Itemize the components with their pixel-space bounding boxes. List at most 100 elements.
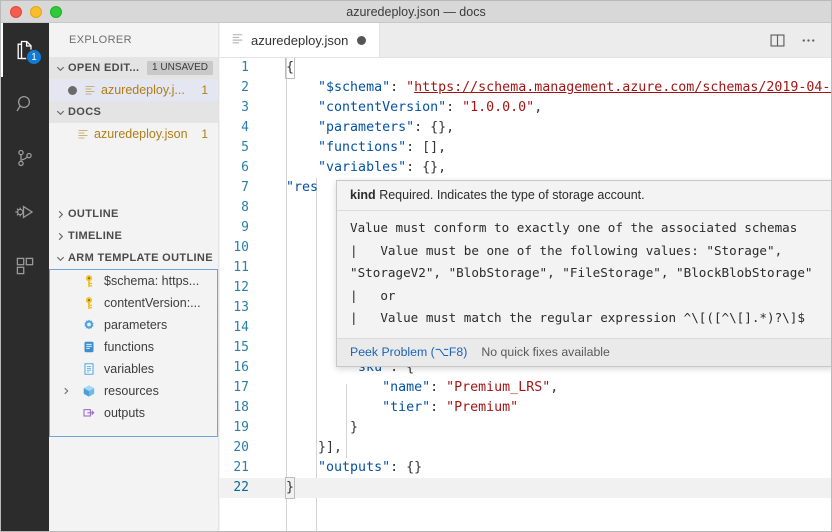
code-line[interactable]: 2 "$schema": "https://schema.management.… <box>220 78 831 98</box>
line-content: "functions": [], <box>264 138 831 158</box>
split-editor-icon[interactable] <box>769 32 786 49</box>
no-quick-fixes-text: No quick fixes available <box>481 345 610 359</box>
line-number: 19 <box>220 418 264 438</box>
tree-item-schema[interactable]: $schema: https... <box>50 270 217 292</box>
tree-item-outputs[interactable]: outputs <box>50 402 217 424</box>
activity-item-source-control[interactable] <box>1 131 49 185</box>
minimize-button[interactable] <box>30 6 42 18</box>
gear-icon <box>80 318 98 332</box>
section-open-editors[interactable]: OPEN EDIT... 1 UNSAVED <box>49 57 218 79</box>
line-content: "outputs": {} <box>264 458 831 478</box>
section-docs[interactable]: DOCS <box>49 101 218 123</box>
tree-item-parameters[interactable]: parameters <box>50 314 217 336</box>
search-icon <box>13 92 37 116</box>
dirty-indicator-icon[interactable] <box>68 86 77 95</box>
code-editor[interactable]: 1 { 2 "$schema": "https://schema.managem… <box>220 58 831 532</box>
line-number: 18 <box>220 398 264 418</box>
window-controls <box>1 6 62 18</box>
code-line[interactable]: 17 "name": "Premium_LRS", <box>220 378 831 398</box>
line-number: 17 <box>220 378 264 398</box>
line-number: 6 <box>220 158 264 178</box>
file-name: azuredeploy.json <box>94 127 201 141</box>
tab-label: azuredeploy.json <box>251 33 348 48</box>
activity-item-search[interactable] <box>1 77 49 131</box>
tree-item-resources[interactable]: resources <box>50 380 217 402</box>
line-number: 2 <box>220 78 264 98</box>
code-line[interactable]: 3 "contentVersion": "1.0.0.0", <box>220 98 831 118</box>
docs-file-item[interactable]: azuredeploy.json 1 <box>49 123 218 145</box>
ellipsis-icon[interactable] <box>800 32 817 49</box>
unsaved-badge: 1 UNSAVED <box>147 61 213 75</box>
activity-item-run-and-debug[interactable] <box>1 185 49 239</box>
sidebar-title: EXPLORER <box>49 23 218 57</box>
chevron-down-icon <box>53 63 68 74</box>
file-name: azuredeploy.j... <box>101 83 201 97</box>
open-editor-item[interactable]: azuredeploy.j... 1 <box>49 79 218 101</box>
code-line[interactable]: 6 "variables": {}, <box>220 158 831 178</box>
tree-item-label: functions <box>104 340 154 354</box>
title-bar: azuredeploy.json — docs <box>1 1 831 23</box>
json-file-icon <box>84 84 96 96</box>
scroll-icon <box>80 340 98 354</box>
line-number: 22 <box>220 478 264 498</box>
line-number: 11 <box>220 258 264 278</box>
line-number: 15 <box>220 338 264 358</box>
chevron-right-icon[interactable] <box>58 386 74 396</box>
dirty-indicator-icon[interactable] <box>357 36 366 45</box>
chevron-right-icon <box>53 209 68 220</box>
line-content: "variables": {}, <box>264 158 831 178</box>
code-line-active[interactable]: 22 } <box>220 478 831 498</box>
hover-property-name: kind <box>350 188 376 202</box>
activity-item-extensions[interactable] <box>1 239 49 293</box>
peek-problem-link[interactable]: Peek Problem (⌥F8) <box>350 345 467 359</box>
tree-item-label: parameters <box>104 318 167 332</box>
vscode-window: azuredeploy.json — docs 1 <box>0 0 832 532</box>
close-button[interactable] <box>10 6 22 18</box>
section-outline[interactable]: OUTLINE <box>49 203 218 225</box>
line-number: 9 <box>220 218 264 238</box>
json-file-icon <box>231 32 244 48</box>
line-number: 5 <box>220 138 264 158</box>
code-line[interactable]: 5 "functions": [], <box>220 138 831 158</box>
section-timeline[interactable]: TIMELINE <box>49 225 218 247</box>
code-line[interactable]: 19 } <box>220 418 831 438</box>
line-content: } <box>264 478 831 498</box>
line-number: 13 <box>220 298 264 318</box>
hover-header: kind Required. Indicates the type of sto… <box>337 181 831 211</box>
tree-item-functions[interactable]: functions <box>50 336 217 358</box>
hover-tooltip[interactable]: kind Required. Indicates the type of sto… <box>336 180 831 367</box>
run-debug-icon <box>13 200 37 224</box>
arm-template-outline-tree: $schema: https... contentVersion:... <box>49 269 218 437</box>
code-line[interactable]: 21 "outputs": {} <box>220 458 831 478</box>
editor-area: azuredeploy.json <box>220 23 831 532</box>
key-icon <box>80 274 98 288</box>
tree-item-label: contentVersion:... <box>104 296 201 310</box>
section-label: TIMELINE <box>68 230 218 242</box>
source-control-icon <box>13 146 37 170</box>
tree-item-variables[interactable]: variables <box>50 358 217 380</box>
line-number: 21 <box>220 458 264 478</box>
section-label: ARM TEMPLATE OUTLINE <box>68 252 218 264</box>
hover-body: Value must conform to exactly one of the… <box>337 211 831 339</box>
tree-item-label: outputs <box>104 406 145 420</box>
tree-item-label: variables <box>104 362 154 376</box>
tree-item-content-version[interactable]: contentVersion:... <box>50 292 217 314</box>
code-line[interactable]: 20 }], <box>220 438 831 458</box>
section-arm-template-outline[interactable]: ARM TEMPLATE OUTLINE <box>49 247 218 269</box>
explorer-badge: 1 <box>26 49 42 65</box>
cube-icon <box>80 384 98 398</box>
line-content: "tier": "Premium" <box>264 398 831 418</box>
code-line[interactable]: 1 { <box>220 58 831 78</box>
line-content: "name": "Premium_LRS", <box>264 378 831 398</box>
line-content: } <box>264 418 831 438</box>
code-line[interactable]: 4 "parameters": {}, <box>220 118 831 138</box>
tab-azuredeploy-json[interactable]: azuredeploy.json <box>220 23 380 57</box>
key-icon <box>80 296 98 310</box>
section-label: OPEN EDIT... <box>68 62 147 74</box>
maximize-button[interactable] <box>50 6 62 18</box>
window-title: azuredeploy.json — docs <box>1 5 831 19</box>
activity-item-explorer[interactable]: 1 <box>1 23 49 77</box>
code-line[interactable]: 18 "tier": "Premium" <box>220 398 831 418</box>
line-content: "parameters": {}, <box>264 118 831 138</box>
chevron-right-icon <box>53 231 68 242</box>
